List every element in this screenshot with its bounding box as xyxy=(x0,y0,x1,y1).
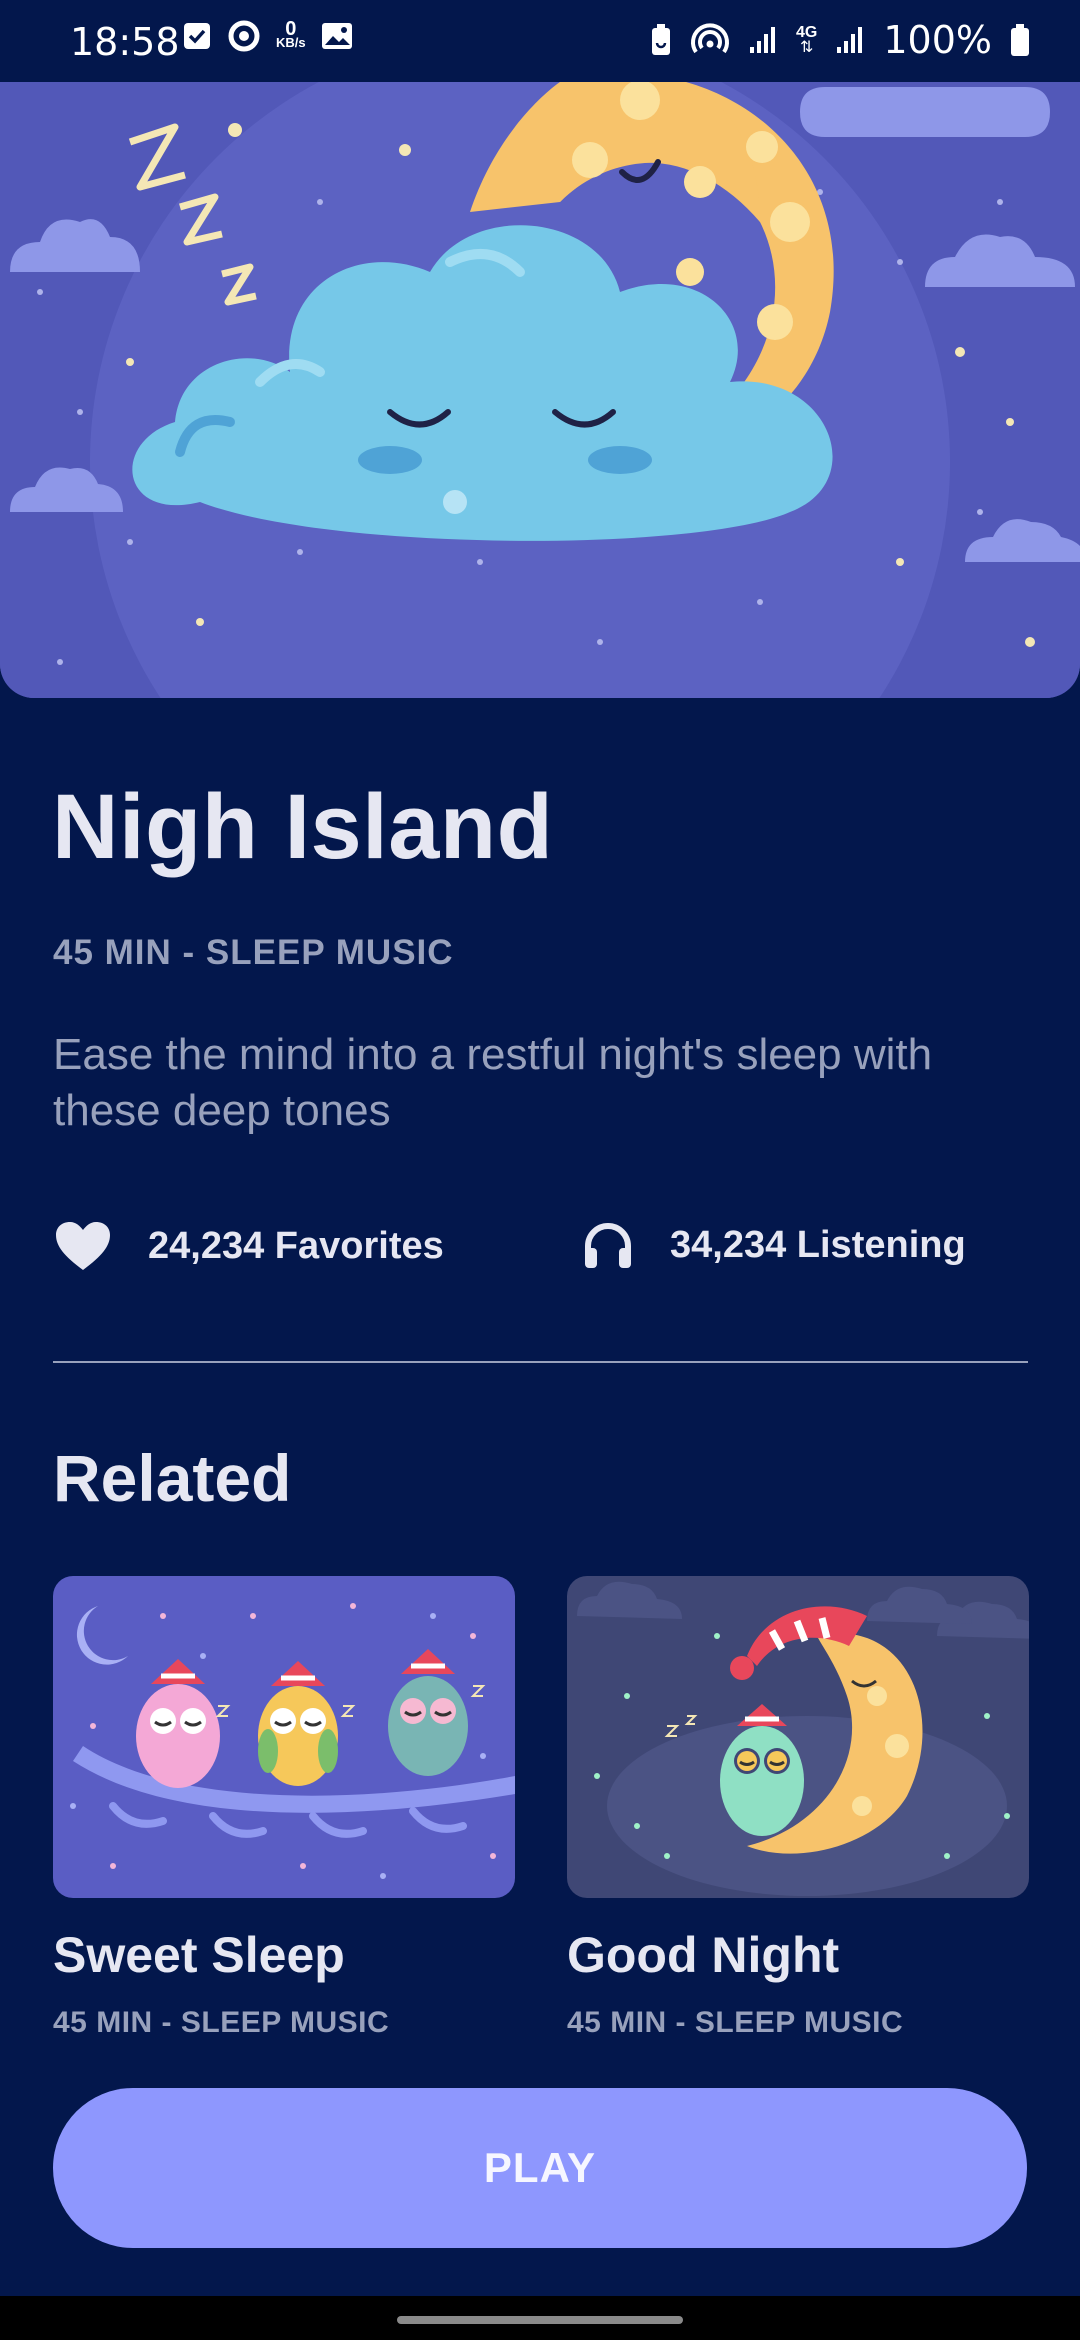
signal-icon xyxy=(837,27,863,53)
heart-icon xyxy=(56,1222,110,1270)
play-button[interactable]: PLAY xyxy=(53,2088,1027,2248)
image-icon xyxy=(321,23,352,49)
status-bar: 18:58 0 KB/s 4G ⇅ 100% xyxy=(0,0,1080,82)
track-description: Ease the mind into a restful night's sle… xyxy=(53,1030,933,1135)
divider xyxy=(53,1361,1028,1363)
status-left-icons: 0 KB/s xyxy=(182,18,354,54)
net-speed-icon: 0 KB/s xyxy=(276,18,306,50)
owl-on-moon-illustration xyxy=(567,1576,1029,1898)
listening-stat: 34,234 Listening xyxy=(582,1220,966,1270)
related-card-good-night[interactable]: Good Night 45 MIN - SLEEP MUSIC xyxy=(567,1576,1029,2040)
status-right-icons: 4G ⇅ 100% xyxy=(650,18,1030,62)
favorites-label: 24,234 Favorites xyxy=(148,1224,444,1267)
status-time: 18:58 xyxy=(70,20,180,64)
listening-label: 34,234 Listening xyxy=(670,1223,966,1266)
related-card-subtitle: 45 MIN - SLEEP MUSIC xyxy=(567,2006,904,2039)
signal-icon xyxy=(750,27,776,53)
hero-image xyxy=(0,82,1080,698)
track-title: Nigh Island xyxy=(52,776,554,878)
net-speed-unit: KB/s xyxy=(276,35,306,50)
hotspot-icon xyxy=(691,23,730,54)
related-card-title: Sweet Sleep xyxy=(53,1927,345,1983)
home-indicator[interactable] xyxy=(397,2316,683,2324)
network-type: 4G ⇅ xyxy=(796,24,818,56)
track-subtitle: 45 MIN - SLEEP MUSIC xyxy=(53,933,454,972)
battery-percentage: 100% xyxy=(883,18,992,62)
battery-icon xyxy=(1011,24,1029,56)
network-type-label: 4G xyxy=(796,24,818,41)
related-heading: Related xyxy=(53,1441,292,1515)
sync-icon xyxy=(228,20,260,52)
favorites-stat[interactable]: 24,234 Favorites xyxy=(54,1220,444,1272)
sleeping-cloud-moon-illustration xyxy=(0,82,1080,698)
related-card-title: Good Night xyxy=(567,1927,840,1983)
net-speed-value: 0 xyxy=(285,18,297,40)
headphones-icon xyxy=(585,1223,631,1268)
owls-on-branch-illustration xyxy=(53,1576,515,1898)
check-icon xyxy=(184,23,210,49)
data-arrows-icon: ⇅ xyxy=(799,39,814,56)
related-card-sweet-sleep[interactable]: Sweet Sleep 45 MIN - SLEEP MUSIC xyxy=(53,1576,515,2040)
battery-saver-icon xyxy=(652,24,671,55)
related-card-subtitle: 45 MIN - SLEEP MUSIC xyxy=(53,2006,390,2039)
